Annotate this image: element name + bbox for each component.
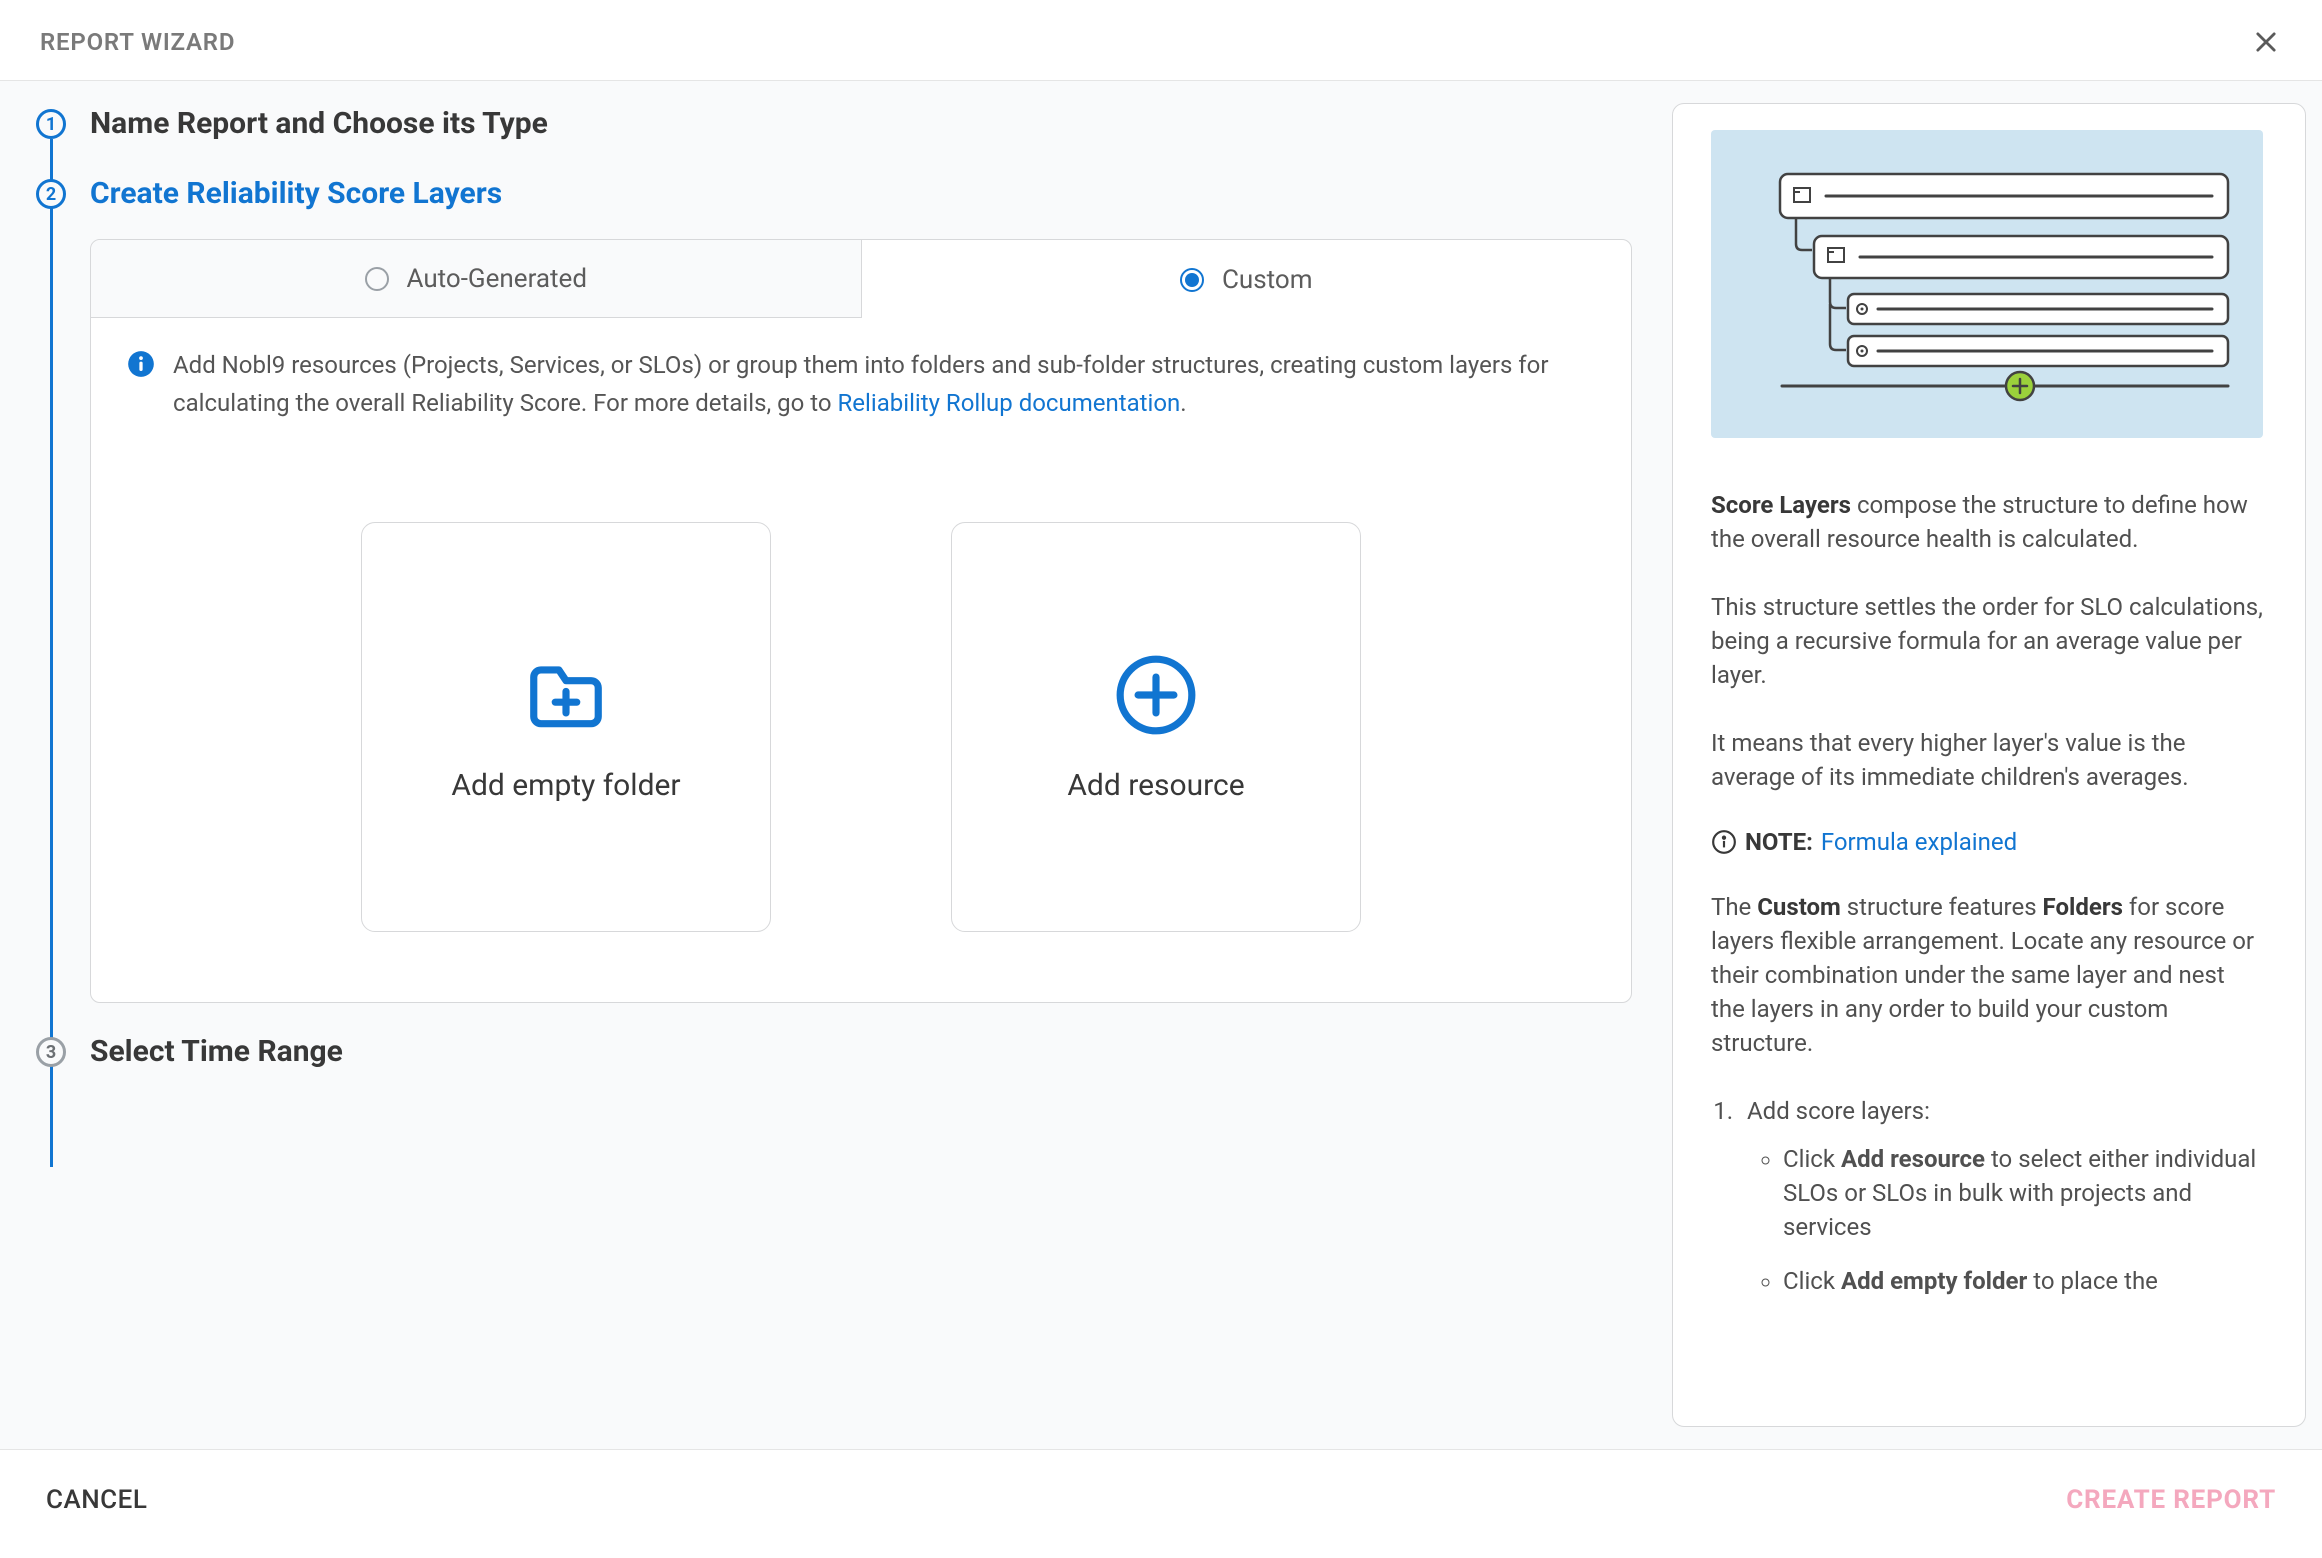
info-outline-icon [1711, 829, 1737, 855]
tab-auto-generated[interactable]: Auto-Generated [91, 240, 862, 318]
info-text: Add Nobl9 resources (Projects, Services,… [173, 346, 1595, 422]
list-item: Click Add resource to select either indi… [1783, 1142, 2263, 1244]
list-item: Click Add empty folder to place the [1783, 1264, 2263, 1298]
step-1-title: Name Report and Choose its Type [90, 109, 548, 139]
help-strong: Score Layers [1711, 491, 1851, 519]
t: Add score layers: [1747, 1097, 1930, 1125]
tab-label: Custom [1222, 265, 1313, 295]
t: Click [1783, 1267, 1841, 1295]
info-icon [127, 350, 155, 378]
tree-diagram-icon [1742, 164, 2232, 404]
step-2-badge: 2 [36, 179, 66, 209]
tab-custom[interactable]: Custom [862, 240, 1632, 318]
step-3-number: 3 [46, 1042, 56, 1063]
list-item: Add score layers: Click Add resource to … [1739, 1094, 2263, 1298]
create-report-button[interactable]: CREATE REPORT [2066, 1485, 2276, 1515]
help-ordered-list: Add score layers: Click Add resource to … [1711, 1094, 2263, 1298]
main-column: 1 Name Report and Choose its Type 2 Crea… [0, 81, 1672, 1449]
action-cards: Add empty folder Add resource [127, 522, 1595, 932]
tabs-container: Auto-Generated Custom Add Nobl9 resource… [90, 239, 1632, 1003]
help-p4: The Custom structure features Folders fo… [1711, 890, 2263, 1060]
step-connector-line [50, 139, 53, 1167]
close-button[interactable] [2248, 24, 2284, 60]
formula-explained-link[interactable]: Formula explained [1821, 828, 2017, 856]
help-p1: Score Layers compose the structure to de… [1711, 488, 2263, 556]
help-panel: Score Layers compose the structure to de… [1672, 103, 2306, 1427]
step-3-title: Select Time Range [90, 1037, 343, 1067]
info-link[interactable]: Reliability Rollup documentation [838, 389, 1181, 417]
cancel-button[interactable]: CANCEL [46, 1485, 147, 1515]
close-icon [2252, 28, 2280, 56]
dialog-footer: CANCEL CREATE REPORT [0, 1449, 2322, 1549]
tab-pane-custom: Add Nobl9 resources (Projects, Services,… [91, 318, 1631, 1002]
t: to place the [2027, 1267, 2158, 1295]
dialog-body: 1 Name Report and Choose its Type 2 Crea… [0, 81, 2322, 1449]
dialog-header: REPORT WIZARD [0, 0, 2322, 81]
step-1-badge: 1 [36, 109, 66, 139]
help-sub-list: Click Add resource to select either indi… [1747, 1142, 2263, 1298]
card-label: Add resource [1067, 768, 1244, 803]
t: Add resource [1841, 1145, 1985, 1173]
plus-circle-icon [1113, 652, 1199, 738]
step-3-badge: 3 [36, 1037, 66, 1067]
radio-icon [365, 267, 389, 291]
help-illustration [1711, 130, 2263, 438]
help-p2: This structure settles the order for SLO… [1711, 590, 2263, 692]
info-message: Add Nobl9 resources (Projects, Services,… [127, 346, 1595, 422]
add-resource-card[interactable]: Add resource [951, 522, 1361, 932]
step-2-content: Auto-Generated Custom Add Nobl9 resource… [90, 239, 1632, 1003]
info-text-period: . [1180, 389, 1186, 417]
add-empty-folder-card[interactable]: Add empty folder [361, 522, 771, 932]
step-1[interactable]: 1 Name Report and Choose its Type [36, 109, 1632, 139]
help-sidebar: Score Layers compose the structure to de… [1672, 81, 2322, 1449]
dialog-title: REPORT WIZARD [40, 28, 235, 56]
t: structure features [1841, 893, 2043, 921]
help-p3: It means that every higher layer's value… [1711, 726, 2263, 794]
t: Add empty folder [1841, 1267, 2027, 1295]
t: Custom [1757, 893, 1841, 921]
step-2[interactable]: 2 Create Reliability Score Layers [36, 179, 1632, 209]
t: The [1711, 893, 1757, 921]
step-2-title: Create Reliability Score Layers [90, 179, 502, 209]
note-label: NOTE: [1745, 828, 1813, 856]
wizard-steps: 1 Name Report and Choose its Type 2 Crea… [36, 109, 1632, 1067]
step-3[interactable]: 3 Select Time Range [36, 1037, 1632, 1067]
t: Folders [2043, 893, 2123, 921]
card-label: Add empty folder [451, 768, 680, 803]
tab-label: Auto-Generated [407, 264, 587, 294]
help-scroll[interactable]: Score Layers compose the structure to de… [1711, 130, 2291, 1400]
step-1-number: 1 [46, 114, 56, 135]
radio-selected-icon [1180, 268, 1204, 292]
t: Click [1783, 1145, 1841, 1173]
help-note: NOTE: Formula explained [1711, 828, 2263, 856]
tabs-bar: Auto-Generated Custom [91, 240, 1631, 318]
folder-plus-icon [523, 652, 609, 738]
step-2-number: 2 [46, 184, 56, 205]
